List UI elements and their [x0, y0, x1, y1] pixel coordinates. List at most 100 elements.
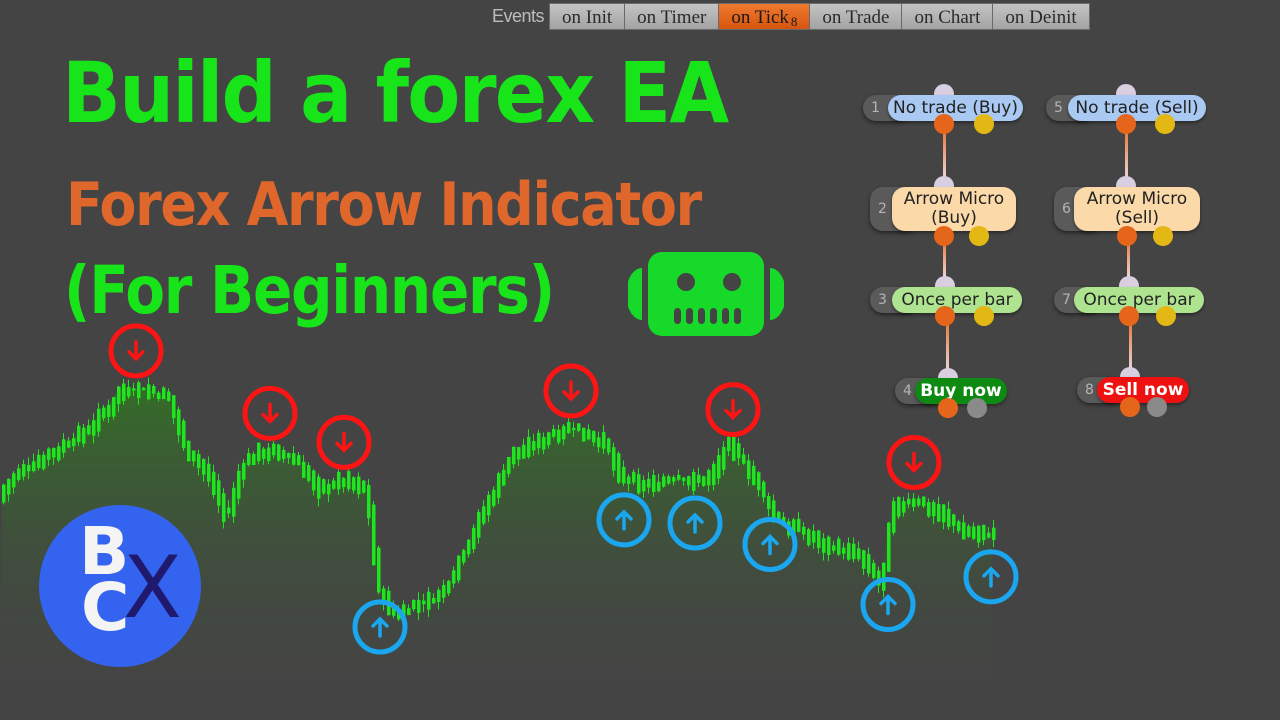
candle-body	[537, 432, 541, 449]
candle-body	[507, 457, 511, 474]
candle-body	[802, 526, 806, 535]
candle-body	[527, 436, 531, 457]
candle-body	[417, 599, 421, 613]
candle-body	[632, 471, 636, 483]
candle-body	[502, 469, 506, 486]
candle-body	[237, 470, 241, 499]
sell-signal-arrow	[543, 363, 599, 419]
candle-body	[82, 427, 86, 444]
candle-body	[227, 507, 231, 514]
sell-signal-arrow	[108, 323, 164, 379]
flow-node-2[interactable]: 2 Arrow Micro (Buy)	[870, 187, 1016, 231]
candle-body	[542, 437, 546, 450]
candle-body	[897, 496, 901, 517]
candle-body	[742, 454, 746, 464]
candle-body	[932, 502, 936, 517]
candle-body	[332, 480, 336, 489]
output-port[interactable]	[934, 226, 954, 246]
candle-body	[467, 539, 471, 555]
output-port-alt[interactable]	[1155, 114, 1175, 134]
candle-body	[457, 555, 461, 581]
output-port[interactable]	[1116, 114, 1136, 134]
candle-body	[87, 425, 91, 435]
candle-body	[747, 460, 751, 480]
output-port[interactable]	[1117, 226, 1137, 246]
candle-body	[982, 524, 986, 541]
candle-body	[367, 485, 371, 519]
candle-body	[452, 570, 456, 584]
output-port[interactable]	[1119, 306, 1139, 326]
output-port-alt[interactable]	[1147, 397, 1167, 417]
candle-body	[362, 480, 366, 493]
sell-signal-arrow	[242, 385, 298, 441]
candle-body	[522, 444, 526, 459]
output-port[interactable]	[934, 114, 954, 134]
candle-body	[827, 536, 831, 555]
candle-body	[722, 447, 726, 470]
candle-body	[372, 504, 376, 566]
title-main: Build a forex EA	[62, 44, 729, 142]
candle-body	[267, 447, 271, 462]
candle-body	[567, 421, 571, 434]
candle-body	[272, 443, 276, 456]
output-port-alt[interactable]	[969, 226, 989, 246]
candle-body	[517, 447, 521, 460]
candle-body	[337, 471, 341, 490]
candle-body	[837, 538, 841, 555]
output-port-alt[interactable]	[967, 398, 987, 418]
candle-body	[432, 598, 436, 604]
candle-body	[797, 518, 801, 532]
candle-body	[922, 496, 926, 507]
output-port[interactable]	[935, 306, 955, 326]
candle-body	[377, 547, 381, 593]
candle-body	[602, 432, 606, 449]
output-port[interactable]	[1120, 397, 1140, 417]
candle-body	[2, 484, 6, 503]
candle-body	[142, 387, 146, 391]
candle-body	[822, 538, 826, 553]
candle-body	[812, 530, 816, 543]
candle-body	[872, 563, 876, 578]
candle-body	[717, 455, 721, 479]
node-label-line1: Arrow Micro	[1086, 189, 1188, 209]
candle-body	[702, 476, 706, 486]
candle-body	[447, 580, 451, 594]
node-label: Once per bar	[1074, 287, 1204, 313]
candle-body	[607, 438, 611, 453]
candle-body	[137, 382, 141, 399]
candle-body	[27, 464, 31, 472]
candle-body	[587, 429, 591, 440]
candle-body	[497, 473, 501, 498]
candle-body	[992, 527, 996, 540]
candle-body	[442, 585, 446, 598]
candle-body	[697, 474, 701, 483]
candle-body	[667, 476, 671, 484]
output-port[interactable]	[938, 398, 958, 418]
candle-body	[582, 427, 586, 442]
output-port-alt[interactable]	[1156, 306, 1176, 326]
node-label-line1: Arrow Micro	[903, 189, 1005, 209]
candle-body	[342, 478, 346, 488]
candle-body	[987, 532, 991, 538]
candle-body	[832, 545, 836, 551]
flow-node-6[interactable]: 6 Arrow Micro (Sell)	[1054, 187, 1200, 231]
output-port-alt[interactable]	[1153, 226, 1173, 246]
output-port-alt[interactable]	[974, 306, 994, 326]
candle-body	[102, 407, 106, 419]
candle-body	[242, 462, 246, 480]
candle-body	[957, 521, 961, 532]
candle-body	[937, 504, 941, 522]
candle-body	[262, 448, 266, 459]
candle-body	[287, 452, 291, 458]
candle-body	[977, 525, 981, 543]
candle-body	[307, 465, 311, 481]
node-label: Buy now	[915, 378, 1007, 404]
candle-body	[177, 409, 181, 436]
candle-body	[772, 500, 776, 520]
candle-body	[32, 461, 36, 472]
node-label: Arrow Micro (Sell)	[1074, 187, 1200, 231]
candle-body	[617, 453, 621, 483]
output-port-alt[interactable]	[974, 114, 994, 134]
candle-body	[112, 397, 116, 417]
candle-body	[327, 483, 331, 495]
